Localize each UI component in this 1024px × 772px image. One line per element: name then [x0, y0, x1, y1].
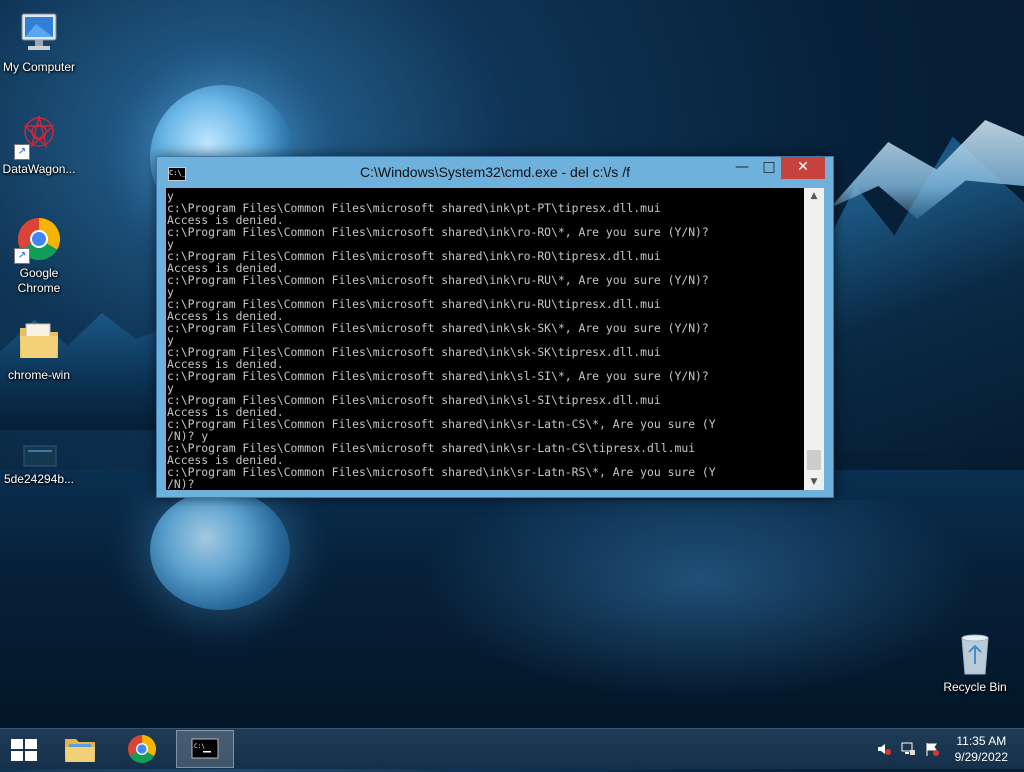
window-title-bar[interactable]: C:\_ C:\Windows\System32\cmd.exe - del c…	[157, 157, 833, 188]
windows-logo-icon	[11, 739, 37, 761]
maximize-button[interactable]: □	[755, 157, 783, 179]
wallpaper-moon-reflection	[150, 490, 290, 610]
desktop-icon-label: Google Chrome	[17, 266, 61, 295]
start-button[interactable]	[0, 730, 48, 768]
scroll-up-icon[interactable]: ▲	[804, 188, 824, 204]
console-text: y c:\Program Files\Common Files\microsof…	[167, 189, 716, 490]
close-button[interactable]: ✕	[781, 157, 825, 179]
scrollbar-thumb[interactable]	[807, 450, 821, 470]
shortcut-arrow-icon: ↗	[14, 248, 30, 264]
shortcut-arrow-icon: ↗	[14, 144, 30, 160]
minimize-button[interactable]: —	[728, 157, 756, 179]
network-icon[interactable]	[900, 741, 916, 757]
datawagon-icon: ↗	[14, 112, 62, 160]
computer-icon	[16, 10, 62, 56]
cmd-icon: C:\	[191, 738, 219, 759]
taskbar-command-prompt[interactable]: C:\	[176, 730, 234, 768]
cmd-window[interactable]: C:\_ C:\Windows\System32\cmd.exe - del c…	[156, 156, 834, 498]
svg-text:C:\: C:\	[194, 743, 205, 750]
action-center-flag-icon[interactable]	[924, 741, 940, 757]
system-tray: 11:35 AM 9/29/2022	[864, 729, 1024, 769]
desktop-icon-label: 5de24294b...	[3, 472, 75, 486]
recycle-bin-icon	[952, 630, 998, 676]
file-icon	[16, 432, 62, 468]
vertical-scrollbar[interactable]: ▲ ▼	[804, 188, 824, 490]
desktop-icon-label: DataWagon...	[2, 162, 76, 176]
taskbar: C:\ 11:35 AM 9/29/2022	[0, 728, 1024, 769]
chrome-icon: ↗	[14, 216, 62, 264]
folder-icon	[16, 318, 62, 364]
taskbar-google-chrome[interactable]	[114, 730, 170, 768]
desktop-icon-5de24294b-file[interactable]: 5de24294b...	[0, 432, 78, 487]
clock-time: 11:35 AM	[956, 734, 1007, 748]
file-explorer-icon	[65, 739, 95, 762]
desktop-icon-my-computer[interactable]: My Computer	[0, 10, 78, 75]
clock-date: 9/29/2022	[954, 750, 1008, 764]
taskbar-file-explorer[interactable]	[52, 730, 108, 768]
desktop-icon-label: Recycle Bin	[943, 680, 1007, 694]
desktop-icon-datawagon[interactable]: ↗ DataWagon...	[0, 112, 78, 177]
wallpaper-reflection-glow	[420, 500, 980, 700]
desktop-icon-label: chrome-win	[7, 368, 70, 382]
console-output[interactable]: y c:\Program Files\Common Files\microsof…	[166, 188, 804, 490]
speaker-muted-icon[interactable]	[876, 741, 892, 757]
desktop-icon-chrome-win-folder[interactable]: chrome-win	[0, 318, 78, 383]
desktop-icon-google-chrome[interactable]: ↗ Google Chrome	[0, 216, 78, 296]
clock[interactable]: 11:35 AM 9/29/2022	[955, 733, 1008, 765]
desktop-icon-recycle-bin[interactable]: Recycle Bin	[934, 630, 1016, 695]
scroll-down-icon[interactable]: ▼	[804, 474, 824, 490]
desktop-icon-label: My Computer	[2, 60, 76, 74]
chrome-icon	[128, 735, 156, 763]
